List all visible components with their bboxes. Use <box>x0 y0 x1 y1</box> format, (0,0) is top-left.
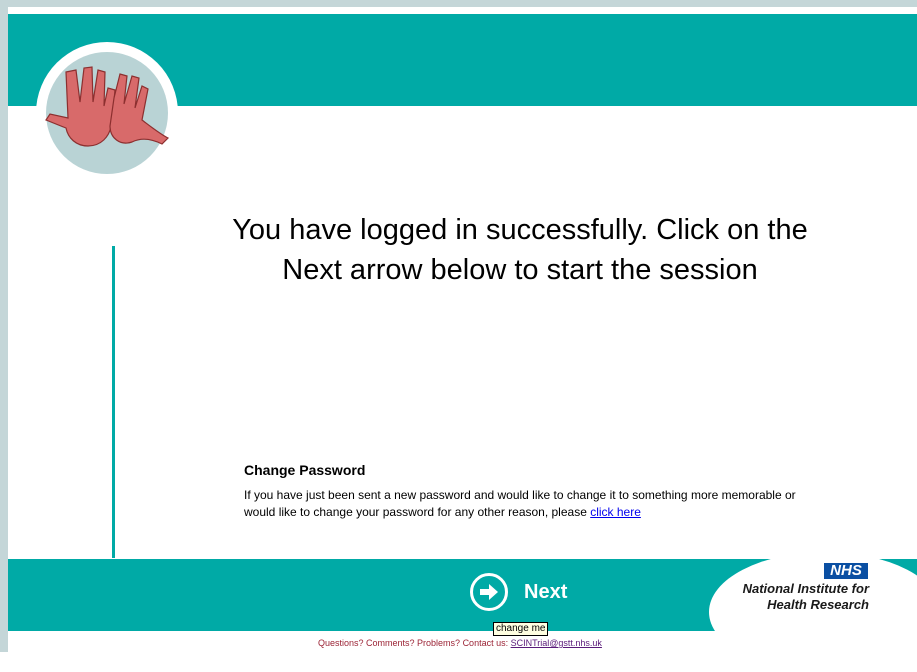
contact-line: Questions? Comments? Problems? Contact u… <box>318 638 602 648</box>
nihr-line-2: Health Research <box>767 597 869 612</box>
next-label: Next <box>524 580 568 603</box>
window-top-border <box>0 0 917 7</box>
contact-text: Questions? Comments? Problems? Contact u… <box>318 638 509 648</box>
tooltip: change me <box>493 622 549 636</box>
page-title: You have logged in successfully. Click o… <box>232 214 808 286</box>
nihr-logo: National Institute for Health Research <box>716 581 869 613</box>
next-button[interactable]: Next <box>470 573 567 611</box>
window-left-border <box>0 0 8 652</box>
nhs-logo: NHS <box>824 563 868 579</box>
hands-logo-icon <box>45 52 170 174</box>
contact-email-link[interactable]: SCINTrial@gstt.nhs.uk <box>511 638 602 648</box>
logo <box>36 42 178 184</box>
change-password-title: Change Password <box>244 462 366 478</box>
change-password-link[interactable]: click here <box>590 505 641 519</box>
arrow-right-circle-icon <box>470 573 508 611</box>
vertical-divider <box>112 246 115 558</box>
change-password-description: If you have just been sent a new passwor… <box>244 488 796 519</box>
change-password-text: If you have just been sent a new passwor… <box>244 487 824 521</box>
nihr-line-1: National Institute for <box>742 581 869 596</box>
